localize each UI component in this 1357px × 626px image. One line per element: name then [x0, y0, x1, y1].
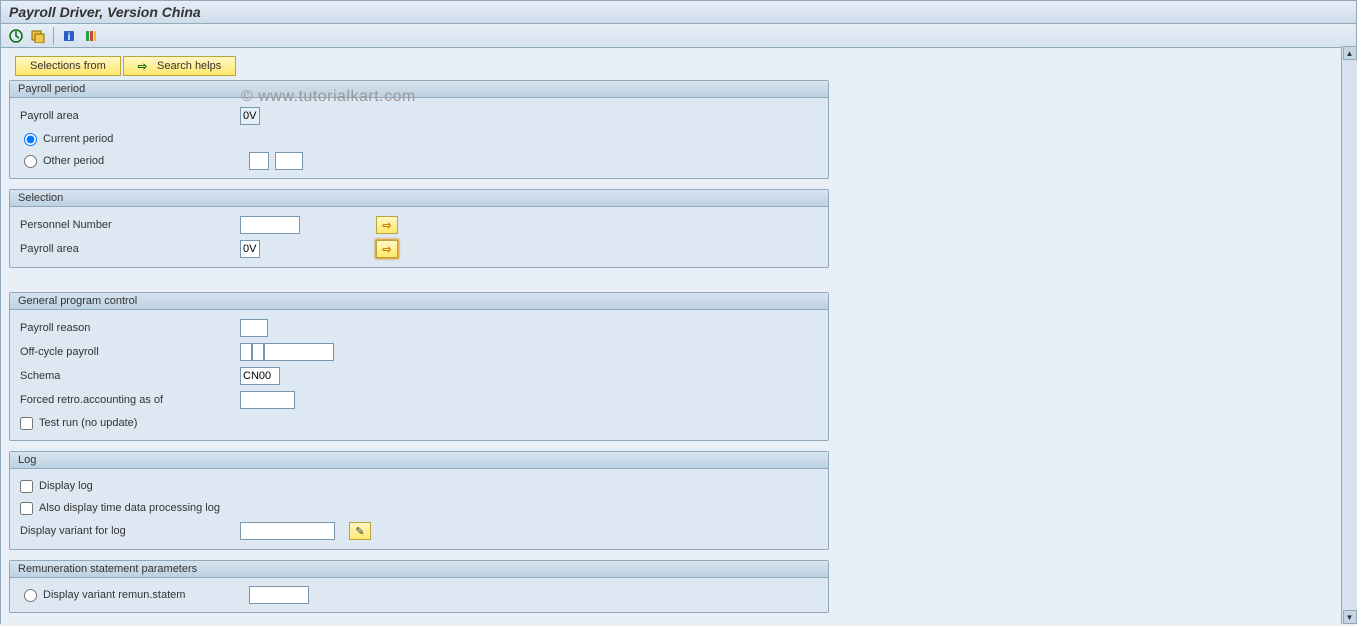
- payroll-reason-input[interactable]: [240, 319, 268, 337]
- selection-payroll-area-input[interactable]: [240, 240, 260, 258]
- also-display-time-label: Also display time data processing log: [39, 502, 220, 514]
- arrow-right-icon: ⇨: [382, 243, 391, 256]
- forced-retro-label: Forced retro.accounting as of: [20, 394, 240, 406]
- personnel-number-multi-button[interactable]: ⇨: [376, 216, 398, 234]
- group-log: Log Display log Also display time data p…: [9, 451, 829, 550]
- arrow-right-icon: ⇨: [138, 60, 147, 73]
- selections-from-label: Selections from: [30, 60, 106, 72]
- columns-icon[interactable]: [82, 27, 100, 45]
- other-period-radio[interactable]: [24, 155, 37, 168]
- payroll-reason-label: Payroll reason: [20, 322, 240, 334]
- group-general-program-control: General program control Payroll reason O…: [9, 292, 829, 441]
- edit-variant-button[interactable]: ✎: [349, 522, 371, 540]
- off-cycle-input-2[interactable]: [252, 343, 264, 361]
- page-title: Payroll Driver, Version China: [1, 1, 1356, 24]
- display-variant-remun-input[interactable]: [249, 586, 309, 604]
- other-period-label: Other period: [43, 155, 243, 167]
- search-helps-button[interactable]: ⇨ Search helps: [123, 56, 236, 76]
- group-title-general: General program control: [10, 293, 828, 310]
- arrow-right-icon: ⇨: [382, 219, 391, 232]
- off-cycle-input-1[interactable]: [240, 343, 252, 361]
- group-title-remuneration: Remuneration statement parameters: [10, 561, 828, 578]
- selection-payroll-area-multi-button[interactable]: ⇨: [376, 240, 398, 258]
- display-variant-log-label: Display variant for log: [20, 525, 240, 537]
- schema-input[interactable]: [240, 367, 280, 385]
- pencil-icon: ✎: [355, 525, 364, 538]
- group-title-selection: Selection: [10, 190, 828, 207]
- payroll-area-input[interactable]: [240, 107, 260, 125]
- info-icon[interactable]: i: [60, 27, 78, 45]
- display-variant-log-input[interactable]: [240, 522, 335, 540]
- variant-icon[interactable]: [29, 27, 47, 45]
- forced-retro-input[interactable]: [240, 391, 295, 409]
- group-title-log: Log: [10, 452, 828, 469]
- off-cycle-label: Off-cycle payroll: [20, 346, 240, 358]
- scroll-down-button[interactable]: ▼: [1343, 610, 1357, 624]
- vertical-scrollbar[interactable]: ▲ ▼: [1341, 46, 1357, 624]
- application-toolbar: i: [1, 24, 1356, 48]
- group-payroll-period: Payroll period Payroll area Current peri…: [9, 80, 829, 179]
- test-run-label: Test run (no update): [39, 417, 137, 429]
- group-remuneration: Remuneration statement parameters Displa…: [9, 560, 829, 613]
- schema-label: Schema: [20, 370, 240, 382]
- other-period-input-2[interactable]: [275, 152, 303, 170]
- display-log-checkbox[interactable]: [20, 480, 33, 493]
- personnel-number-input[interactable]: [240, 216, 300, 234]
- display-log-label: Display log: [39, 480, 93, 492]
- personnel-number-label: Personnel Number: [20, 219, 240, 231]
- display-variant-remun-label: Display variant remun.statem: [43, 589, 243, 601]
- test-run-checkbox[interactable]: [20, 417, 33, 430]
- svg-text:i: i: [68, 32, 71, 43]
- current-period-radio[interactable]: [24, 133, 37, 146]
- off-cycle-input-3[interactable]: [264, 343, 334, 361]
- group-title-payroll-period: Payroll period: [10, 81, 828, 98]
- toolbar-separator: [53, 27, 54, 45]
- scroll-up-button[interactable]: ▲: [1343, 46, 1357, 60]
- selections-from-button[interactable]: Selections from: [15, 56, 121, 76]
- other-period-input-1[interactable]: [249, 152, 269, 170]
- also-display-time-checkbox[interactable]: [20, 502, 33, 515]
- search-helps-label: Search helps: [157, 60, 221, 72]
- execute-icon[interactable]: [7, 27, 25, 45]
- payroll-area-label: Payroll area: [20, 110, 240, 122]
- current-period-label: Current period: [43, 133, 113, 145]
- selection-payroll-area-label: Payroll area: [20, 243, 240, 255]
- group-selection: Selection Personnel Number ⇨ Payroll are…: [9, 189, 829, 268]
- display-variant-remun-radio[interactable]: [24, 589, 37, 602]
